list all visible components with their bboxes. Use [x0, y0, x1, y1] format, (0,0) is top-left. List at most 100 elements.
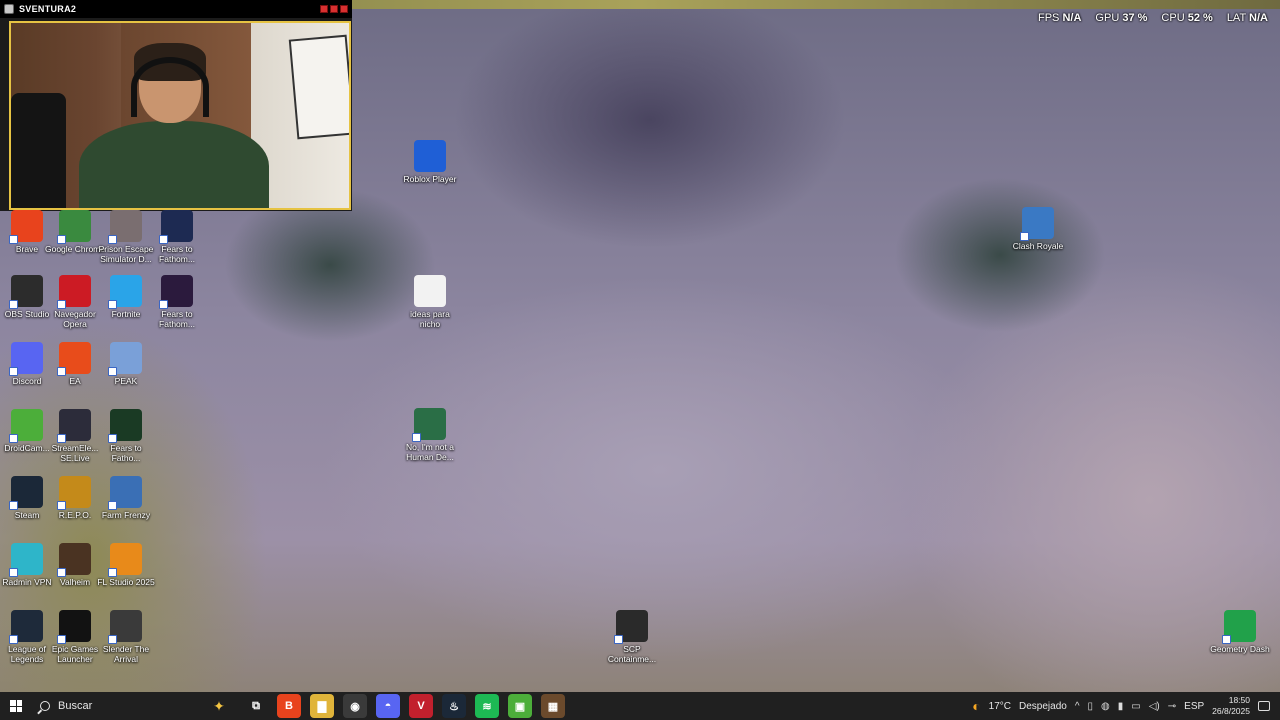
shortcut-arrow-icon	[57, 367, 66, 376]
desktop-shortcut[interactable]: ideas para nicho	[403, 275, 457, 329]
fears-to-fathom-icon	[159, 275, 193, 309]
shortcut-label: Farm Frenzy	[101, 510, 151, 520]
maximize-icon[interactable]	[330, 5, 338, 13]
network-icon[interactable]: ▭	[1131, 701, 1140, 712]
desktop-shortcut[interactable]: Fears to Fathom...	[150, 210, 204, 264]
desktop-shortcut[interactable]: EA	[48, 342, 102, 386]
shortcut-arrow-icon	[108, 235, 117, 244]
desktop-shortcut[interactable]: Valheim	[48, 543, 102, 587]
desktop-shortcut[interactable]: PEAK	[99, 342, 153, 386]
fortnite-icon	[108, 275, 142, 309]
ea-icon	[57, 342, 91, 376]
clock[interactable]: 18:50 26/8/2025	[1212, 695, 1250, 717]
shortcut-arrow-icon	[108, 501, 117, 510]
windows-icon	[10, 700, 22, 712]
time: 18:50	[1228, 695, 1250, 705]
droidcam-taskbar-icon[interactable]: ▣	[508, 694, 532, 718]
search-icon	[40, 701, 50, 711]
shortcut-label: SCP Containme...	[607, 644, 657, 664]
minimize-icon[interactable]	[320, 5, 328, 13]
file-explorer-icon[interactable]: ▇	[310, 694, 334, 718]
obs-taskbar-icon[interactable]: ◉	[343, 694, 367, 718]
epic-games-icon	[57, 610, 91, 644]
minecraft-icon[interactable]: ▦	[541, 694, 565, 718]
shortcut-label: ideas para nicho	[410, 309, 450, 329]
shortcut-arrow-icon	[57, 501, 66, 510]
shortcut-label: Fears to Fatho...	[110, 443, 142, 463]
weather-icon[interactable]: ◐	[972, 698, 980, 714]
radmin-icon	[9, 543, 43, 577]
spotify-icon[interactable]: ≋	[475, 694, 499, 718]
search-label: Buscar	[58, 700, 93, 712]
taskbar: Buscar ✦ ⧉ B ▇ ◉ ◓ V ♨ ≋ ▣ ▦ ◐ 17°C Despejado ^ ▯…	[0, 692, 1280, 720]
weather-temp[interactable]: 17°C	[989, 701, 1011, 712]
desktop-shortcut[interactable]: Navegador Opera	[48, 275, 102, 329]
app-icon	[4, 4, 14, 14]
desktop-shortcut[interactable]: Geometry Dash	[1210, 610, 1270, 654]
discord-taskbar-icon[interactable]: ◓	[376, 694, 400, 718]
roblox-icon	[414, 140, 446, 172]
streamelements-icon	[57, 409, 91, 443]
shortcut-arrow-icon	[57, 235, 66, 244]
fps-readout: FPS N/A	[1038, 12, 1082, 24]
chevron-up-icon[interactable]: ^	[1075, 701, 1080, 712]
desktop-shortcut[interactable]: StreamEle... SE.Live	[48, 409, 102, 463]
desktop-shortcut[interactable]: Prison Escape Simulator D...	[99, 210, 153, 264]
weather-desc[interactable]: Despejado	[1019, 701, 1067, 712]
shortcut-label: Slender The Arrival	[102, 644, 150, 664]
shortcut-label: Fears to Fathom...	[159, 244, 195, 264]
desktop-shortcut[interactable]: Epic Games Launcher	[48, 610, 102, 664]
desktop-shortcut[interactable]: Fortnite	[99, 275, 153, 319]
close-icon[interactable]	[340, 5, 348, 13]
fears-to-fathom-icon	[108, 409, 142, 443]
chrome-icon	[57, 210, 91, 244]
desktop-shortcut[interactable]: Slender The Arrival	[99, 610, 153, 664]
brave-taskbar-icon[interactable]: B	[277, 694, 301, 718]
latency-readout: LAT N/A	[1226, 12, 1268, 24]
shortcut-arrow-icon	[57, 434, 66, 443]
taskbar-search[interactable]: Buscar	[32, 692, 222, 720]
desktop-shortcut[interactable]: Google Chrome	[45, 210, 105, 254]
desktop-shortcut[interactable]: R.E.P.O.	[48, 476, 102, 520]
start-button[interactable]	[0, 692, 32, 720]
desktop-shortcut[interactable]: Fears to Fatho...	[99, 409, 153, 463]
volume-icon[interactable]: ◁)	[1149, 701, 1160, 712]
usb-icon[interactable]: ⊸	[1168, 701, 1176, 712]
tray-app-icon[interactable]: ◍	[1101, 701, 1110, 712]
steam-taskbar-icon[interactable]: ♨	[442, 694, 466, 718]
desktop-shortcut[interactable]: Farm Frenzy	[99, 476, 153, 520]
headset	[131, 57, 209, 117]
microphone-icon[interactable]: ▮	[1118, 701, 1124, 712]
shortcut-arrow-icon	[57, 568, 66, 577]
task-view-icon[interactable]: ⧉	[244, 694, 268, 718]
fears-to-fathom-icon	[159, 210, 193, 244]
performance-overlay: FPS N/A GPU 37 % CPU 52 % LAT N/A	[1038, 12, 1268, 24]
desktop-shortcut[interactable]: No, I'm not a Human De...	[403, 408, 457, 462]
file-icon	[414, 275, 446, 307]
slender-icon	[108, 610, 142, 644]
webcam-titlebar[interactable]: SVENTURA2	[0, 0, 352, 18]
shortcut-arrow-icon	[614, 635, 623, 644]
shortcut-arrow-icon	[159, 300, 168, 309]
desktop-shortcut[interactable]: Roblox Player	[403, 140, 457, 184]
shortcut-arrow-icon	[1222, 635, 1231, 644]
no-im-not-a-human-icon	[412, 408, 446, 442]
tray-app-icon[interactable]: ▯	[1088, 701, 1094, 712]
window-controls	[320, 5, 348, 13]
voicemod-icon[interactable]: V	[409, 694, 433, 718]
webcam-feed	[9, 21, 351, 210]
notification-icon[interactable]	[1258, 701, 1270, 711]
fl-studio-icon	[108, 543, 142, 577]
copilot-sparkle-icon[interactable]: ✦	[208, 695, 230, 717]
desktop-shortcut[interactable]: SCP Containme...	[605, 610, 659, 664]
shortcut-arrow-icon	[57, 300, 66, 309]
shortcut-arrow-icon	[9, 568, 18, 577]
shortcut-label: No, I'm not a Human De...	[406, 442, 454, 462]
shortcut-label: Geometry Dash	[1210, 644, 1270, 654]
steam-icon	[9, 476, 43, 510]
desktop-shortcut[interactable]: FL Studio 2025	[97, 543, 155, 587]
desktop-shortcut[interactable]: Clash Royale	[1011, 207, 1065, 251]
desktop-shortcut[interactable]: Fears to Fathom...	[150, 275, 204, 329]
webcam-window[interactable]: SVENTURA2	[0, 0, 352, 211]
language-indicator[interactable]: ESP	[1184, 701, 1204, 712]
